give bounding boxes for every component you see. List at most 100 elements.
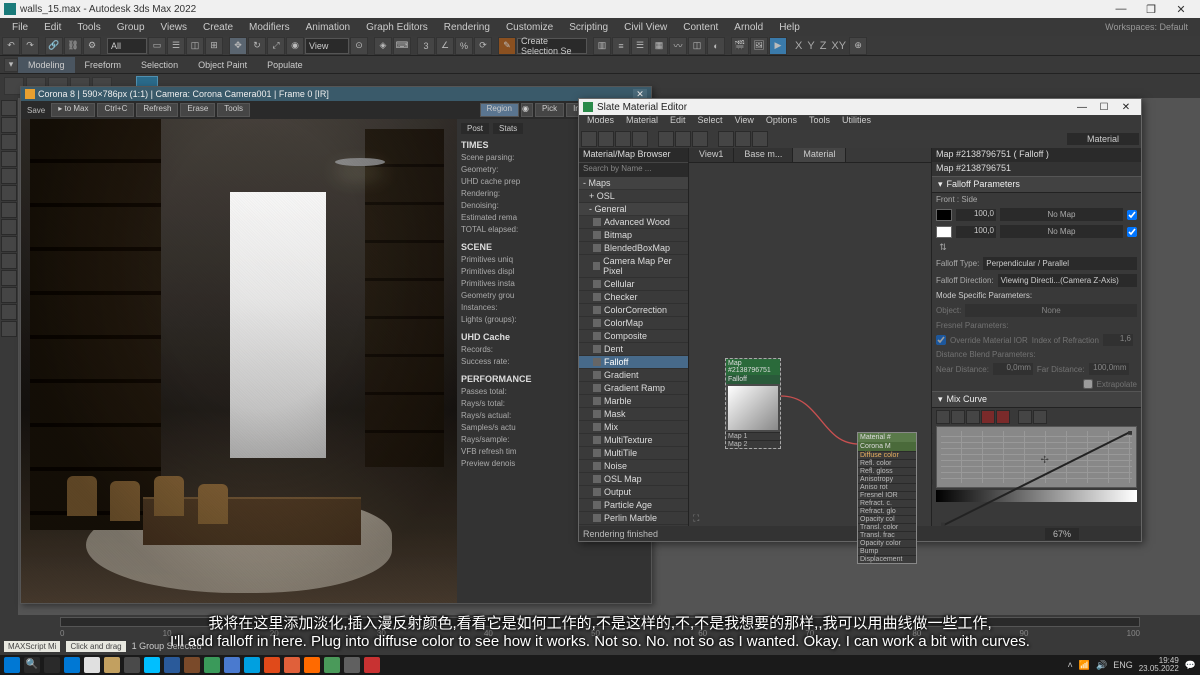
selection-filter-dropdown[interactable]: All [107, 38, 147, 54]
align-button[interactable]: ≡ [612, 37, 630, 55]
matnode-slot[interactable]: Fresnel IOR [858, 491, 916, 499]
mirror-button[interactable]: ▥ [593, 37, 611, 55]
axis-x[interactable]: X [793, 40, 804, 52]
taskbar-app-3[interactable] [124, 657, 140, 673]
tray-volume-icon[interactable]: 🔊 [1096, 660, 1107, 671]
ref-coord-dropdown[interactable]: View [305, 38, 349, 54]
ribbon-toggle-button[interactable]: ▾ [4, 58, 18, 72]
left-tool-13[interactable] [1, 304, 17, 320]
slate-show-button[interactable] [692, 131, 708, 147]
slate-maximize[interactable]: ☐ [1093, 102, 1115, 113]
matnode-slot[interactable]: Opacity col [858, 515, 916, 523]
left-tool-10[interactable] [1, 253, 17, 269]
map1-button[interactable]: No Map [1000, 208, 1123, 221]
slate-zoom[interactable]: 67% [1045, 528, 1079, 540]
tree-item-cellular[interactable]: Cellular [579, 278, 688, 291]
slate-delete-button[interactable] [615, 131, 631, 147]
taskbar-app-0[interactable] [64, 657, 80, 673]
slate-bg-button[interactable] [752, 131, 768, 147]
matnode-slot[interactable]: Opacity color [858, 539, 916, 547]
ctrlc-button[interactable]: Ctrl+C [97, 103, 134, 117]
ribbon-button[interactable]: ▦ [650, 37, 668, 55]
axis-xy[interactable]: XY [829, 40, 848, 52]
minimize-button[interactable]: — [1106, 3, 1136, 15]
map1-enable[interactable] [1127, 210, 1137, 220]
taskbar-app-14[interactable] [344, 657, 360, 673]
tray-notifications-icon[interactable]: 💬 [1185, 660, 1196, 671]
save-button[interactable]: Save [23, 106, 49, 115]
named-selection-dropdown[interactable]: Create Selection Se [517, 38, 587, 54]
mixcurve-graph[interactable]: ✢ 1 0 [936, 426, 1137, 488]
render-setup-button[interactable]: 🎬 [731, 37, 749, 55]
keyboard-button[interactable]: ⌨ [393, 37, 411, 55]
map2-enable[interactable] [1127, 227, 1137, 237]
menu-file[interactable]: File [4, 22, 36, 33]
menu-animation[interactable]: Animation [298, 22, 358, 33]
taskbar-app-7[interactable] [204, 657, 220, 673]
left-tool-1[interactable] [1, 100, 17, 116]
tree-item-gradient-ramp[interactable]: Gradient Ramp [579, 382, 688, 395]
slate-menu-select[interactable]: Select [692, 115, 729, 130]
slate-menu-utilities[interactable]: Utilities [836, 115, 877, 130]
slate-nav4[interactable] [1123, 528, 1137, 540]
slate-menu-material[interactable]: Material [620, 115, 664, 130]
slate-pick-button[interactable] [581, 131, 597, 147]
menu-tools[interactable]: Tools [69, 22, 108, 33]
tree-maps[interactable]: - Maps [579, 177, 688, 190]
taskbar-app-13[interactable] [324, 657, 340, 673]
curve-bezier-button[interactable] [1018, 410, 1032, 424]
vfb-tools-button[interactable]: Tools [217, 103, 250, 117]
material-editor-button[interactable]: ◐ [707, 37, 725, 55]
curve-move-button[interactable] [936, 410, 950, 424]
slate-preview-button[interactable] [718, 131, 734, 147]
tray-lang[interactable]: ENG [1113, 660, 1133, 670]
tree-item-bitmap[interactable]: Bitmap [579, 229, 688, 242]
matnode-slot[interactable]: Refl. color [858, 459, 916, 467]
tree-item-camera-map-per-pixel[interactable]: Camera Map Per Pixel [579, 255, 688, 278]
render-frame-button[interactable]: 🖼 [750, 37, 768, 55]
curve-corner-button[interactable] [1033, 410, 1047, 424]
curve-reset-button[interactable] [996, 410, 1010, 424]
slate-nav1[interactable] [1081, 528, 1095, 540]
slate-menu-modes[interactable]: Modes [581, 115, 620, 130]
refresh-button[interactable]: Refresh [136, 103, 178, 117]
left-tool-8[interactable] [1, 219, 17, 235]
tree-item-osl-map[interactable]: OSL Map [579, 473, 688, 486]
region-opt-button[interactable]: ◉ [521, 103, 533, 117]
curve-delete-button[interactable] [981, 410, 995, 424]
swap-icon[interactable]: ⇅ [936, 242, 950, 253]
tree-item-marble[interactable]: Marble [579, 395, 688, 408]
ribbon-tab-selection[interactable]: Selection [131, 57, 188, 73]
color1-swatch[interactable] [936, 209, 952, 221]
axis-z[interactable]: Z [818, 40, 829, 52]
curve-add-button[interactable] [966, 410, 980, 424]
menu-rendering[interactable]: Rendering [436, 22, 498, 33]
slate-sample-button[interactable] [735, 131, 751, 147]
slate-assign-button[interactable] [598, 131, 614, 147]
matnode-slot[interactable]: Aniso rot [858, 483, 916, 491]
taskbar-app-2[interactable] [104, 657, 120, 673]
scale-button[interactable]: ⤢ [267, 37, 285, 55]
browser-search[interactable]: Search by Name ... [579, 162, 688, 177]
taskbar-app-11[interactable] [284, 657, 300, 673]
taskbar-app-15[interactable] [364, 657, 380, 673]
left-tool-11[interactable] [1, 270, 17, 286]
matnode-slot[interactable]: Displacement [858, 555, 916, 563]
taskview-icon[interactable] [44, 657, 60, 673]
tree-general[interactable]: - General [579, 203, 688, 216]
menu-civilview[interactable]: Civil View [616, 22, 675, 33]
amount2-spinner[interactable]: 100,0 [956, 226, 996, 238]
menu-modifiers[interactable]: Modifiers [241, 22, 298, 33]
menu-help[interactable]: Help [771, 22, 808, 33]
slate-minimize[interactable]: — [1071, 102, 1093, 113]
mixcurve-rollout[interactable]: ▾Mix Curve [932, 391, 1141, 408]
menu-grapheditors[interactable]: Graph Editors [358, 22, 436, 33]
menu-views[interactable]: Views [153, 22, 196, 33]
percent-snap-button[interactable]: % [455, 37, 473, 55]
slate-canvas[interactable]: View1 Base m... Material Map #2138796751… [689, 148, 931, 526]
taskbar-app-9[interactable] [244, 657, 260, 673]
close-button[interactable]: ✕ [1166, 3, 1196, 16]
axis-y[interactable]: Y [805, 40, 816, 52]
menu-scripting[interactable]: Scripting [561, 22, 616, 33]
left-tool-12[interactable] [1, 287, 17, 303]
